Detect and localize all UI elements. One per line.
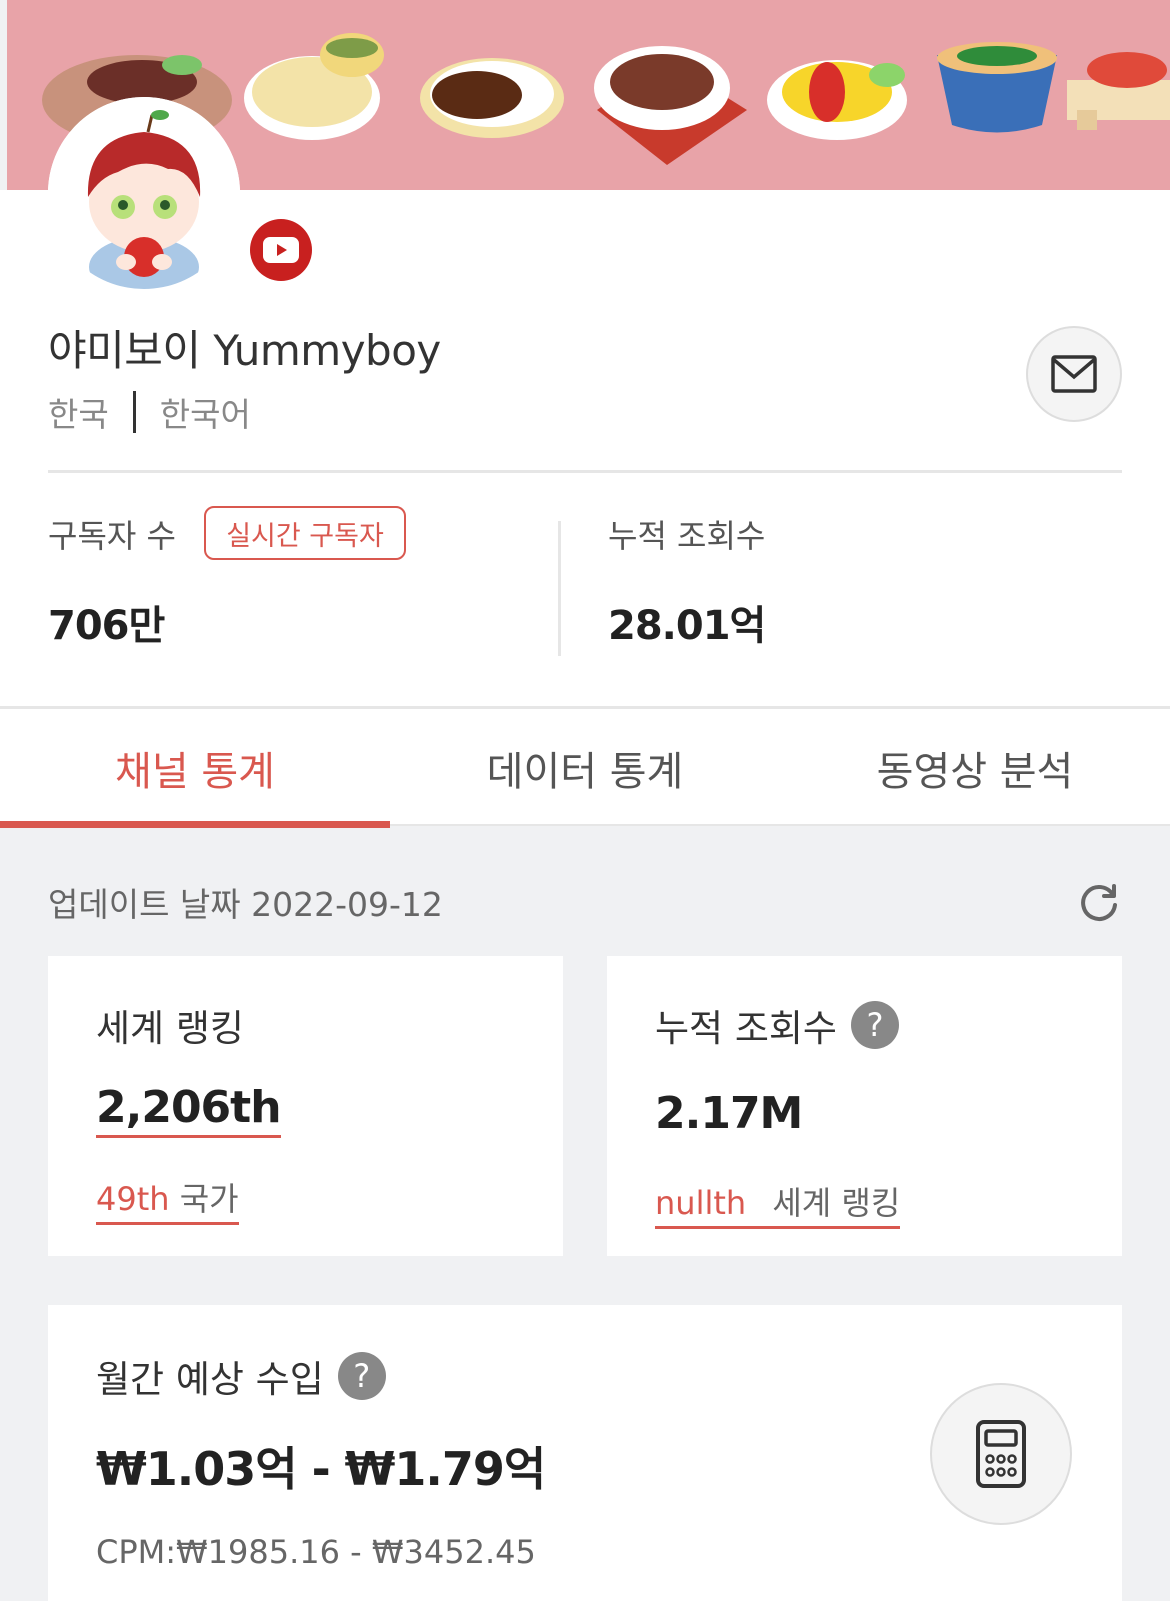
realtime-subscribers-button[interactable]: 실시간 구독자 — [204, 506, 406, 560]
views-card-title-text: 누적 조회수 — [655, 1007, 837, 1050]
subscribers-label: 구독자 수 — [48, 517, 176, 555]
tab-video-analysis[interactable]: 동영상 분석 — [780, 709, 1170, 826]
income-value: ₩1.03억 - ₩1.79억 — [96, 1442, 546, 1496]
views-card: 누적 조회수 ? 2.17M nullth 세계 랭킹 — [607, 956, 1122, 1256]
calculator-button[interactable] — [930, 1383, 1072, 1525]
divider — [48, 470, 1122, 473]
avatar-illustration — [48, 97, 240, 289]
world-rank-card: 세계 랭킹 2,206th 49th 국가 — [48, 956, 563, 1256]
meta-separator — [132, 391, 136, 433]
channel-language: 한국어 — [159, 395, 251, 434]
active-tab-indicator — [0, 821, 390, 828]
views-world-rank-link[interactable]: nullth 세계 랭킹 — [655, 1178, 901, 1229]
views-world-rank-label: 세계 랭킹 — [772, 1184, 901, 1222]
stats-divider — [558, 521, 561, 656]
views-value: 28.01억 — [608, 603, 766, 649]
refresh-button[interactable] — [1076, 880, 1122, 926]
world-rank-title-text: 세계 랭킹 — [96, 1007, 244, 1050]
subscribers-value: 706만 — [48, 603, 165, 649]
world-rank-value[interactable]: 2,206th — [96, 1082, 282, 1138]
views-card-title: 누적 조회수 ? — [655, 998, 899, 1052]
income-card-title: 월간 예상 수입 ? — [96, 1349, 386, 1403]
cpm-value: CPM:₩1985.16 - ₩3452.45 — [96, 1533, 536, 1571]
views-world-rank-value: nullth — [655, 1184, 747, 1222]
refresh-icon — [1081, 884, 1117, 921]
avatar — [48, 97, 240, 289]
tab-channel-stats[interactable]: 채널 통계 — [0, 709, 390, 826]
channel-meta: 한국 한국어 — [48, 388, 251, 436]
tab-bar: 채널 통계 데이터 통계 동영상 분석 — [0, 706, 1170, 828]
country-rank-value: 49th — [96, 1180, 170, 1218]
tab-data-stats[interactable]: 데이터 통계 — [390, 709, 780, 826]
help-icon[interactable]: ? — [337, 1352, 386, 1400]
channel-country: 한국 — [48, 395, 109, 434]
country-rank-link[interactable]: 49th 국가 — [96, 1174, 239, 1225]
world-rank-title: 세계 랭킹 — [96, 998, 244, 1052]
country-rank-label: 국가 — [179, 1180, 239, 1218]
calculator-icon — [976, 1420, 1026, 1488]
help-icon[interactable]: ? — [850, 1001, 899, 1049]
income-card-title-text: 월간 예상 수입 — [96, 1358, 324, 1401]
mail-button[interactable] — [1026, 326, 1122, 422]
views-card-value: 2.17M — [655, 1088, 803, 1139]
update-date: 업데이트 날짜 2022-09-12 — [48, 885, 443, 924]
views-label: 누적 조회수 — [608, 517, 766, 555]
channel-name: 야미보이 Yummyboy — [48, 326, 441, 375]
youtube-icon — [250, 219, 312, 281]
mail-icon — [1051, 355, 1097, 393]
